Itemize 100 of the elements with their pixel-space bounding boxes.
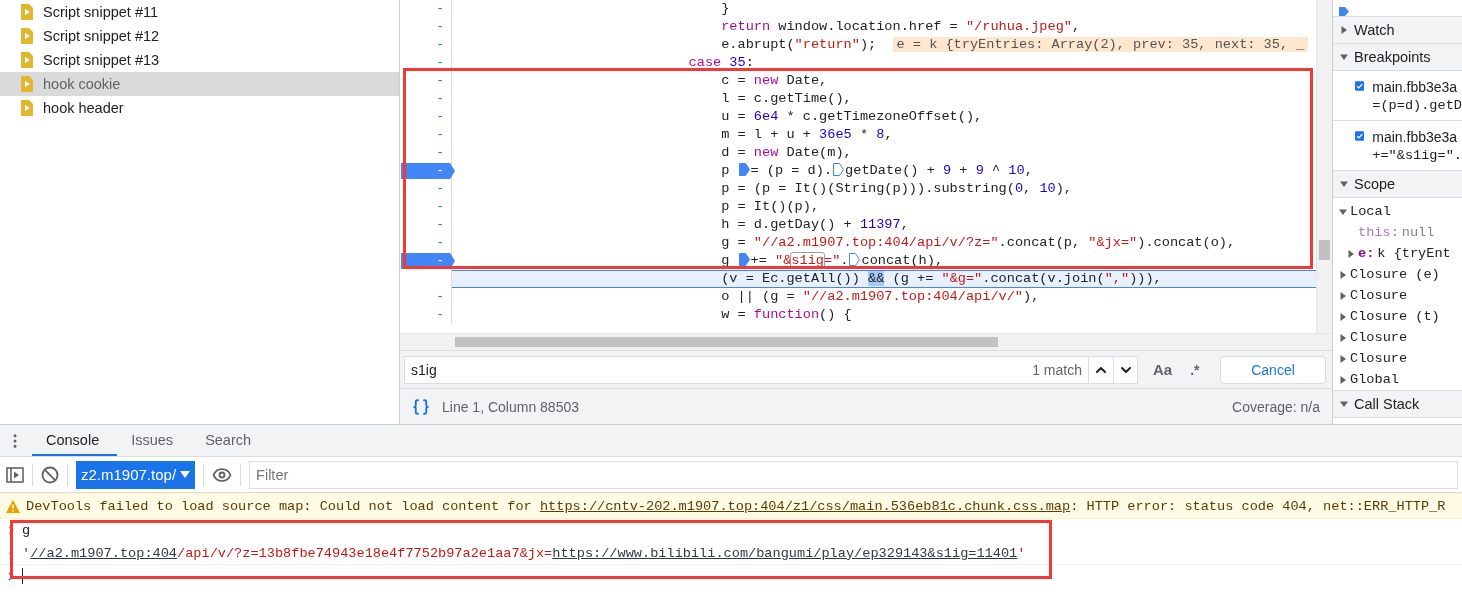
cursor-position: Line 1, Column 88503 <box>442 398 579 415</box>
checkbox[interactable] <box>1355 79 1365 93</box>
expand-triangle-icon[interactable] <box>1339 375 1347 384</box>
inline-breakpoint-icon[interactable] <box>849 253 861 266</box>
input-expression: g <box>22 522 31 538</box>
line-gutter-mark[interactable]: - <box>436 289 444 304</box>
line-gutter-mark[interactable]: - <box>436 55 444 70</box>
previous-match-button[interactable] <box>1088 355 1113 384</box>
line-gutter-mark[interactable]: - <box>436 235 444 250</box>
expand-triangle-icon[interactable] <box>1340 26 1348 34</box>
expand-triangle-icon[interactable] <box>1339 270 1347 279</box>
line-gutter-mark[interactable]: - <box>436 217 444 232</box>
expand-triangle-icon[interactable] <box>1347 249 1355 258</box>
code-line: c = new Date, <box>720 72 829 90</box>
scope-item[interactable]: Global <box>1333 369 1462 390</box>
code-line: p = (p = d). getDate() + 9 + 9 ^ 10, <box>720 162 1034 180</box>
expand-triangle-icon[interactable] <box>1339 207 1347 216</box>
code-line: } <box>720 0 731 18</box>
line-gutter-mark[interactable]: - <box>436 91 444 106</box>
code-line: p = (p = It()(String(p))).substring(0, 10), <box>720 180 1074 198</box>
cancel-button[interactable]: Cancel <box>1220 355 1326 384</box>
section-header[interactable]: Watch <box>1333 17 1462 44</box>
next-match-button[interactable] <box>1113 355 1138 384</box>
scope-variable[interactable]: e: k {tryEnt <box>1333 243 1462 264</box>
checkbox[interactable] <box>1355 129 1365 143</box>
snippet-item[interactable]: Script snippet #11 <box>0 0 399 24</box>
code-line: o || (g = "//a2.m1907.top:404/api/v/"), <box>720 288 1041 306</box>
snippet-file-icon <box>21 76 33 92</box>
expand-triangle-icon[interactable] <box>1339 354 1347 363</box>
inline-breakpoint-icon[interactable] <box>738 163 750 176</box>
snippet-item[interactable]: hook cookie <box>0 72 399 96</box>
result-value: '//a2.m1907.top:404/api/v/?z=13b8fbe74943e18e4f7752b97a2e1aa7&jx=https://www.bilibili.com/bangumi/play/ep329143&s1ig=11401' <box>22 545 1026 561</box>
url-link[interactable]: https://cntv-202.m1907.top:404/z1/css/main.536eb81c.chunk.css.map <box>539 498 1071 514</box>
snippet-item[interactable]: Script snippet #12 <box>0 24 399 48</box>
drawer-tab[interactable]: Search <box>191 425 270 456</box>
snippet-file-icon <box>21 52 33 68</box>
caret-icon <box>180 471 191 478</box>
scope-item[interactable]: Closure (t) <box>1333 306 1462 327</box>
expand-triangle-icon[interactable] <box>1340 400 1348 408</box>
code-line: return window.location.href = "/ruhua.jpeg", <box>720 18 1082 36</box>
inline-breakpoint-icon[interactable] <box>738 253 750 266</box>
expand-triangle-icon[interactable] <box>1339 312 1347 321</box>
section-header[interactable]: Breakpoints <box>1333 44 1462 71</box>
drawer-tab[interactable]: Console <box>32 425 118 456</box>
line-gutter-mark[interactable]: - <box>436 145 444 160</box>
sidebar-toggle-icon[interactable] <box>6 466 24 483</box>
pretty-print-icon[interactable] <box>412 397 430 416</box>
line-gutter-mark[interactable]: - <box>436 307 444 322</box>
breakpoint-code: =(p=d).getD <box>1372 98 1462 114</box>
line-gutter-mark[interactable]: - <box>436 19 444 34</box>
scope-item[interactable]: Closure <box>1333 327 1462 348</box>
line-gutter-mark[interactable]: - <box>436 181 444 196</box>
scope-item[interactable]: Local <box>1333 201 1462 222</box>
clear-console-icon[interactable] <box>41 465 59 484</box>
scope-item[interactable]: Closure (e) <box>1333 264 1462 285</box>
search-field[interactable]: s1ig <box>404 355 1033 384</box>
breakpoint-file: main.fbb3e3a <box>1372 129 1459 145</box>
url-link[interactable]: //a2.m1907.top:404 <box>30 545 177 561</box>
breakpoint-code: +="&s1ig=". <box>1372 148 1462 164</box>
code-line: p = It()(p), <box>720 198 821 216</box>
section-header[interactable]: Call Stack <box>1333 391 1462 418</box>
scope-variable[interactable]: this: null <box>1333 222 1462 243</box>
context-dropdown[interactable]: z2.m1907.top/ <box>76 460 196 489</box>
snippet-item[interactable]: hook header <box>0 96 399 120</box>
code-line: h = d.getDay() + 11397, <box>720 216 910 234</box>
coverage-label: Coverage: n/a <box>1232 398 1320 415</box>
expand-triangle-icon[interactable] <box>1340 180 1348 188</box>
breakpoint-marker[interactable] <box>401 163 455 179</box>
line-gutter-mark[interactable]: - <box>436 1 444 16</box>
code-line: u = 6e4 * c.getTimezoneOffset(), <box>720 108 984 126</box>
match-count: 1 match <box>1032 355 1088 384</box>
line-gutter-mark[interactable]: - <box>436 163 444 178</box>
line-gutter-mark[interactable]: - <box>436 73 444 88</box>
snippet-file-icon <box>21 4 33 20</box>
vertical-scrollbar[interactable] <box>1316 0 1332 333</box>
url-link[interactable]: https://www.bilibili.com/bangumi/play/ep329143&s1ig=11401 <box>552 545 1018 561</box>
expand-triangle-icon[interactable] <box>1339 333 1347 342</box>
line-gutter-mark[interactable]: - <box>436 199 444 214</box>
inline-breakpoint-icon[interactable] <box>833 163 845 176</box>
section-header[interactable]: Scope <box>1333 171 1462 198</box>
code-line: e.abrupt("return"); e = k {tryEntries: Array(2), prev: 35, next: 35, _ <box>452 36 1316 54</box>
line-gutter-mark[interactable]: - <box>436 127 444 142</box>
match-case-button[interactable]: Aa <box>1150 361 1176 378</box>
drawer-tab[interactable]: Issues <box>117 425 192 456</box>
scope-item[interactable]: Closure <box>1333 285 1462 306</box>
line-gutter-mark[interactable]: - <box>436 109 444 124</box>
line-gutter-mark[interactable]: - <box>436 37 444 52</box>
snippet-file-icon <box>21 28 33 44</box>
regex-button[interactable]: .* <box>1187 361 1203 378</box>
snippet-file-icon <box>21 100 33 116</box>
expand-triangle-icon[interactable] <box>1339 291 1347 300</box>
snippet-item[interactable]: Script snippet #13 <box>0 48 399 72</box>
filter-field[interactable]: Filter <box>249 460 1458 489</box>
scope-item[interactable]: Closure <box>1333 348 1462 369</box>
expand-triangle-icon[interactable] <box>1340 53 1348 61</box>
input-chevron-icon <box>8 525 14 535</box>
code-line: d = new Date(m), <box>720 144 853 162</box>
code-line: case 35: <box>687 54 755 72</box>
horizontal-scrollbar[interactable] <box>400 333 1332 350</box>
code-line: m = l + u + 36e5 * 8, <box>720 126 894 144</box>
